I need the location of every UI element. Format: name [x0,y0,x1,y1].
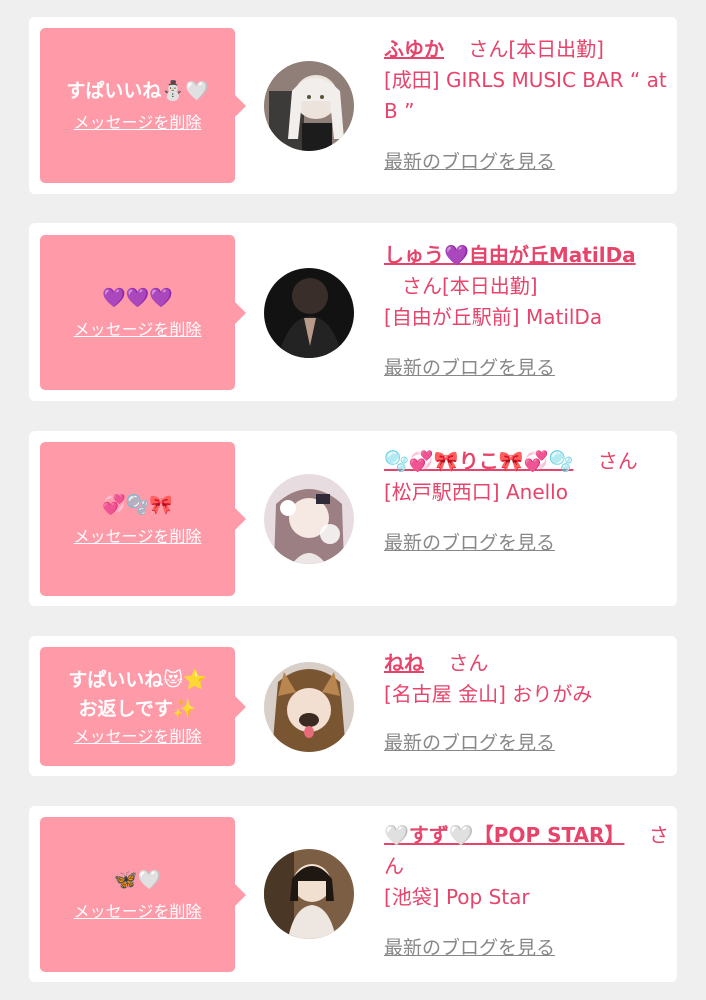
honorific-label: さん [597,449,638,473]
profile-info: 🤍すず🤍【POP STAR】 さん [池袋] Pop Star 最新のブログを見… [384,820,669,960]
message-bubble: 💜💜💜 メッセージを削除 [40,235,246,390]
honorific-label: さん [402,274,442,298]
message-card: すぱいいね⛄🤍 メッセージを削除 ふゆか さん[本日出勤] [成田] GIRLS… [29,17,677,194]
message-text: 💜💜💜 [102,287,173,309]
shop-name: [池袋] Pop Star [384,885,530,909]
delete-message-link[interactable]: メッセージを削除 [74,726,202,748]
status-label: [本日出勤] [442,274,538,298]
message-list: すぱいいね⛄🤍 メッセージを削除 ふゆか さん[本日出勤] [成田] GIRLS… [0,0,706,1000]
latest-blog-link[interactable]: 最新のブログを見る [384,933,555,960]
status-label: [本日出勤] [508,37,604,61]
profile-name-link[interactable]: 🫧💞🎀りこ🎀💞🫧 [384,449,573,473]
profile-name-link[interactable]: しゅう💜自由が丘MatilDa [384,243,636,267]
message-card: 💜💜💜 メッセージを削除 しゅう💜自由が丘MatilDa さん[本日出勤] [自… [29,223,677,401]
latest-blog-link[interactable]: 最新のブログを見る [384,728,555,755]
latest-blog-link[interactable]: 最新のブログを見る [384,353,555,380]
latest-blog-link[interactable]: 最新のブログを見る [384,528,555,555]
profile-info: ねね さん [名古屋 金山] おりがみ 最新のブログを見る [384,648,669,755]
profile-name-link[interactable]: 🤍すず🤍【POP STAR】 [384,823,624,847]
avatar[interactable] [264,849,354,939]
honorific-label: さん [448,651,489,675]
message-text: すぱいいね⛄🤍 [66,80,209,102]
message-bubble: 🦋🤍 メッセージを削除 [40,817,246,972]
message-bubble: 💞🫧🎀 メッセージを削除 [40,442,246,596]
avatar[interactable] [264,662,354,752]
shop-name: [成田] GIRLS MUSIC BAR “ at B ” [384,68,667,123]
profile-info: 🫧💞🎀りこ🎀💞🫧 さん [松戸駅西口] Anello 最新のブログを見る [384,446,669,555]
avatar[interactable] [264,268,354,358]
shop-name: [名古屋 金山] おりがみ [384,682,593,706]
message-text: 💞🫧🎀 [102,493,173,516]
delete-message-link[interactable]: メッセージを削除 [74,901,202,923]
shop-name: [自由が丘駅前] MatilDa [384,305,603,329]
message-bubble: すぱいいね⛄🤍 メッセージを削除 [40,28,246,183]
honorific-label: さん [468,37,509,61]
avatar[interactable] [264,61,354,151]
message-card: 🦋🤍 メッセージを削除 🤍すず🤍【POP STAR】 さん [池袋] Pop S… [29,806,677,982]
delete-message-link[interactable]: メッセージを削除 [74,319,202,341]
latest-blog-link[interactable]: 最新のブログを見る [384,147,555,174]
avatar[interactable] [264,474,354,564]
message-text: すぱいいね😻⭐ お返しです✨ [68,668,207,720]
profile-info: しゅう💜自由が丘MatilDa さん[本日出勤] [自由が丘駅前] MatilD… [384,240,669,380]
shop-name: [松戸駅西口] Anello [384,480,568,504]
profile-name-link[interactable]: ねね [384,651,424,675]
message-bubble: すぱいいね😻⭐ お返しです✨ メッセージを削除 [40,647,246,766]
message-card: すぱいいね😻⭐ お返しです✨ メッセージを削除 ねね さん [名古屋 金山] お… [29,636,677,776]
delete-message-link[interactable]: メッセージを削除 [74,112,202,134]
message-text: 🦋🤍 [113,869,162,891]
profile-name-link[interactable]: ふゆか [384,37,444,61]
delete-message-link[interactable]: メッセージを削除 [74,526,202,548]
profile-info: ふゆか さん[本日出勤] [成田] GIRLS MUSIC BAR “ at B… [384,34,669,174]
message-card: 💞🫧🎀 メッセージを削除 🫧💞🎀りこ🎀💞🫧 さん [松戸駅西口] Anello … [29,431,677,606]
